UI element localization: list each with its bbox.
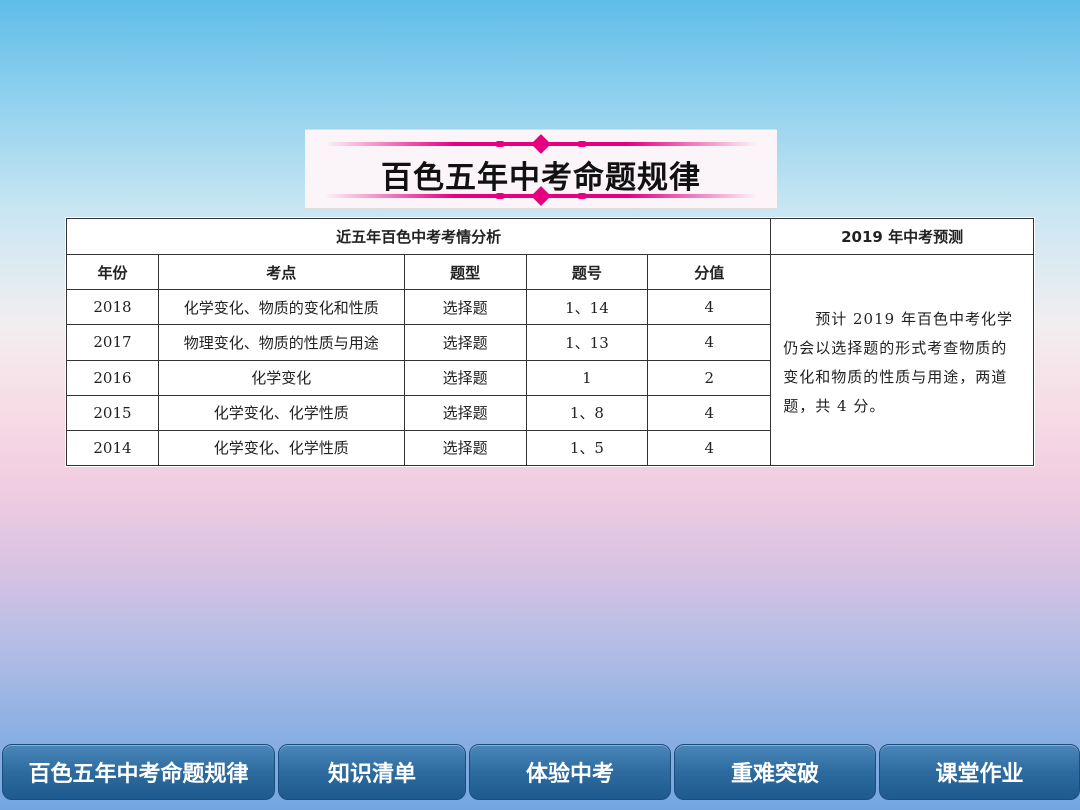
cell-year: 2016 <box>66 359 159 396</box>
cell-score: 4 <box>647 429 772 467</box>
cell-score: 4 <box>647 289 772 326</box>
column-header-year: 年份 <box>66 254 159 291</box>
nav-button-classwork[interactable]: 课堂作业 <box>879 744 1080 800</box>
cell-number: 1、13 <box>525 324 649 361</box>
cell-type: 选择题 <box>403 359 527 396</box>
column-header-score: 分值 <box>647 254 772 291</box>
nav-button-exam-rules[interactable]: 百色五年中考命题规律 <box>2 744 275 800</box>
cell-number: 1、5 <box>525 429 649 467</box>
nav-button-knowledge-list[interactable]: 知识清单 <box>278 744 466 800</box>
cell-score: 2 <box>647 359 772 396</box>
cell-year: 2015 <box>66 394 159 431</box>
banner-dot-icon <box>577 141 587 147</box>
cell-topic: 化学变化、物质的变化和性质 <box>157 289 405 326</box>
title-banner: 百色五年中考命题规律 <box>305 129 777 209</box>
analysis-header: 近五年百色中考考情分析 <box>65 217 772 256</box>
cell-type: 选择题 <box>403 429 527 467</box>
cell-topic: 化学变化 <box>157 359 405 396</box>
cell-topic: 化学变化、化学性质 <box>157 429 405 467</box>
cell-score: 4 <box>647 394 772 431</box>
cell-type: 选择题 <box>403 324 527 361</box>
banner-dot-icon <box>495 141 505 147</box>
cell-number: 1、14 <box>525 289 649 326</box>
banner-dot-icon <box>577 193 587 199</box>
prediction-text: 预计 2019 年百色中考化学仍会以选择题的形式考查物质的变化和物质的性质与用途… <box>770 254 1034 466</box>
exam-analysis-table-container: 近五年百色中考考情分析 2019 年中考预测 年份 考点 题型 题号 分值 预计… <box>65 217 1035 467</box>
column-header-type: 题型 <box>403 254 527 291</box>
cell-type: 选择题 <box>403 394 527 431</box>
cell-score: 4 <box>647 324 772 361</box>
banner-dot-icon <box>495 193 505 199</box>
exam-analysis-table: 近五年百色中考考情分析 2019 年中考预测 年份 考点 题型 题号 分值 预计… <box>65 217 1034 467</box>
prediction-header: 2019 年中考预测 <box>770 217 1034 256</box>
cell-year: 2018 <box>66 289 159 326</box>
nav-button-key-difficulties[interactable]: 重难突破 <box>674 744 876 800</box>
nav-button-experience-exam[interactable]: 体验中考 <box>469 744 671 800</box>
cell-year: 2017 <box>66 324 159 361</box>
cell-number: 1、8 <box>525 394 649 431</box>
cell-number: 1 <box>525 359 649 396</box>
cell-type: 选择题 <box>403 289 527 326</box>
banner-diamond-top-icon <box>531 134 551 154</box>
cell-year: 2014 <box>66 429 159 467</box>
column-header-number: 题号 <box>525 254 649 291</box>
cell-topic: 物理变化、物质的性质与用途 <box>157 324 405 361</box>
bottom-nav-bar: 百色五年中考命题规律 知识清单 体验中考 重难突破 课堂作业 <box>0 744 1080 800</box>
cell-topic: 化学变化、化学性质 <box>157 394 405 431</box>
column-header-topic: 考点 <box>157 254 405 291</box>
